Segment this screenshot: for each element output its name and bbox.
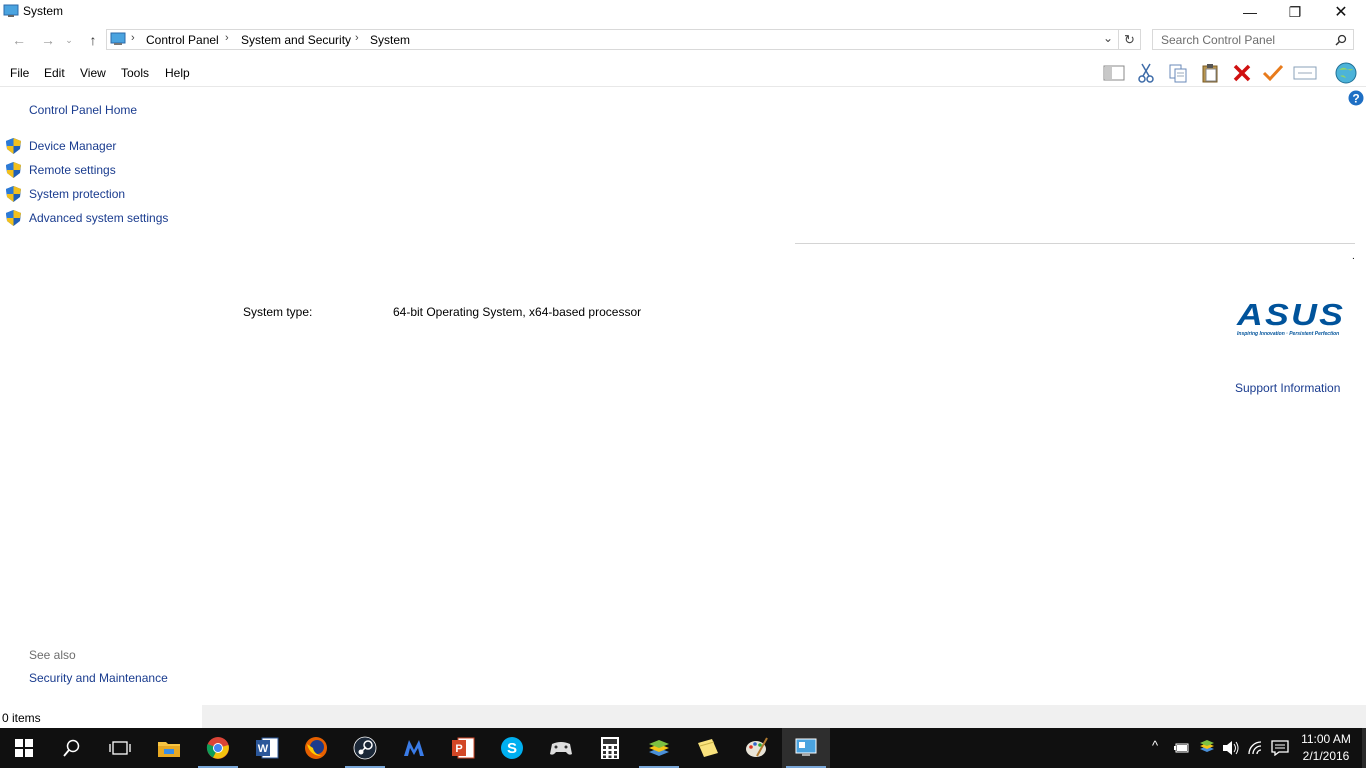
menu-bar: File Edit View Tools Help [0,60,1366,87]
calculator-icon[interactable] [586,728,634,768]
forward-arrow-icon[interactable]: → [37,30,59,50]
search-icon[interactable] [1335,34,1347,46]
computer-icon [110,32,126,45]
stray-dot: . [1352,251,1355,262]
shield-icon [6,162,21,178]
control-panel-home-link[interactable]: Control Panel Home [29,103,137,117]
games-icon[interactable] [537,728,585,768]
device-manager-link[interactable]: Device Manager [29,139,116,153]
shield-icon [6,210,21,226]
navigation-bar: ← → ⌄ ↑ › Control Panel › System and Sec… [0,28,1366,52]
menu-file[interactable]: File [10,66,29,80]
address-bar[interactable]: › Control Panel › System and Security › … [106,29,1119,50]
minimize-button[interactable]: — [1227,0,1273,24]
chevron-right-icon[interactable]: › [131,32,135,44]
back-arrow-icon[interactable]: ← [8,30,30,50]
show-desktop-button[interactable] [1362,728,1366,768]
remote-settings-link[interactable]: Remote settings [29,163,116,177]
bluestacks-tray-icon[interactable] [1199,739,1215,755]
copy-icon[interactable] [1165,61,1191,85]
restore-button[interactable]: ❐ [1272,0,1318,24]
search-input[interactable]: Search Control Panel [1152,29,1354,50]
refresh-icon[interactable]: ↻ [1119,29,1141,50]
panel-toggle-icon[interactable] [1101,61,1127,85]
svg-text:P: P [455,743,462,755]
clock-time: 11:00 AM [1301,732,1351,746]
control-panel-icon[interactable] [782,728,830,768]
title-bar: System — ❐ ✕ [0,0,1366,24]
delete-icon[interactable] [1229,61,1255,85]
file-explorer-icon[interactable] [145,728,193,768]
system-type-label: System type: [243,305,313,319]
wifi-icon[interactable] [1248,741,1264,755]
cut-icon[interactable] [1133,61,1159,85]
clock[interactable]: 11:00 AM 2/1/2016 [1290,731,1362,765]
breadcrumb-system[interactable]: System [370,33,410,47]
skype-icon[interactable]: S [488,728,536,768]
word-icon[interactable]: W [243,728,291,768]
breadcrumb-system-and-security[interactable]: System and Security [241,33,351,47]
paint-icon[interactable] [733,728,781,768]
security-and-maintenance-link[interactable]: Security and Maintenance [29,671,168,685]
svg-text:W: W [258,743,269,755]
chevron-up-icon[interactable]: ^ [1152,738,1158,753]
window-title: System [23,4,64,18]
powerpoint-icon[interactable]: P [439,728,487,768]
steam-icon[interactable] [341,728,389,768]
advanced-system-settings-link[interactable]: Advanced system settings [29,211,168,225]
shield-icon [6,138,21,154]
chevron-right-icon[interactable]: › [355,32,359,44]
paste-icon[interactable] [1197,61,1223,85]
rename-icon[interactable] [1292,61,1318,85]
menu-tools[interactable]: Tools [121,66,149,80]
chevron-down-icon[interactable]: ⌄ [1103,31,1113,45]
start-icon[interactable] [0,728,48,768]
bluestacks-icon[interactable] [635,728,683,768]
chrome-icon[interactable] [194,728,242,768]
malwarebytes-icon[interactable] [390,728,438,768]
close-button[interactable]: ✕ [1318,0,1364,24]
oem-logo: ASUS Inspiring Innovation · Persistent P… [1237,299,1353,340]
monitor-icon [3,4,19,17]
svg-text:?: ? [1352,92,1359,106]
check-icon[interactable] [1260,61,1286,85]
breadcrumb-control-panel[interactable]: Control Panel [146,33,219,47]
status-bar: 0 items [0,705,1366,728]
task-view-icon[interactable] [96,728,144,768]
globe-icon[interactable] [1333,61,1359,85]
oem-logo-text: ASUS [1237,297,1346,332]
shield-icon [6,186,21,202]
menu-edit[interactable]: Edit [44,66,65,80]
search-placeholder: Search Control Panel [1161,33,1276,47]
see-also-heading: See also [29,648,76,662]
support-information-link[interactable]: Support Information [1235,381,1340,395]
clock-date: 2/1/2016 [1302,749,1350,763]
up-arrow-icon[interactable]: ↑ [82,30,104,50]
taskbar: W P S ^ 11:00 AM 2/1/2016 [0,728,1366,768]
system-protection-link[interactable]: System protection [29,187,125,201]
svg-text:S: S [507,740,517,757]
chevron-right-icon[interactable]: › [225,32,229,44]
menu-help[interactable]: Help [165,66,190,80]
divider [795,243,1355,244]
menu-view[interactable]: View [80,66,106,80]
recent-dropdown-icon[interactable]: ⌄ [62,30,76,50]
system-type-value: 64-bit Operating System, x64-based proce… [393,305,642,319]
battery-icon[interactable] [1174,741,1190,755]
notifications-icon[interactable] [1271,740,1289,756]
help-icon[interactable]: ? [1348,90,1364,106]
volume-icon[interactable] [1222,740,1240,756]
firefox-icon[interactable] [292,728,340,768]
sticky-notes-icon[interactable] [684,728,732,768]
search-icon[interactable] [48,728,96,768]
item-count: 0 items [2,711,41,725]
